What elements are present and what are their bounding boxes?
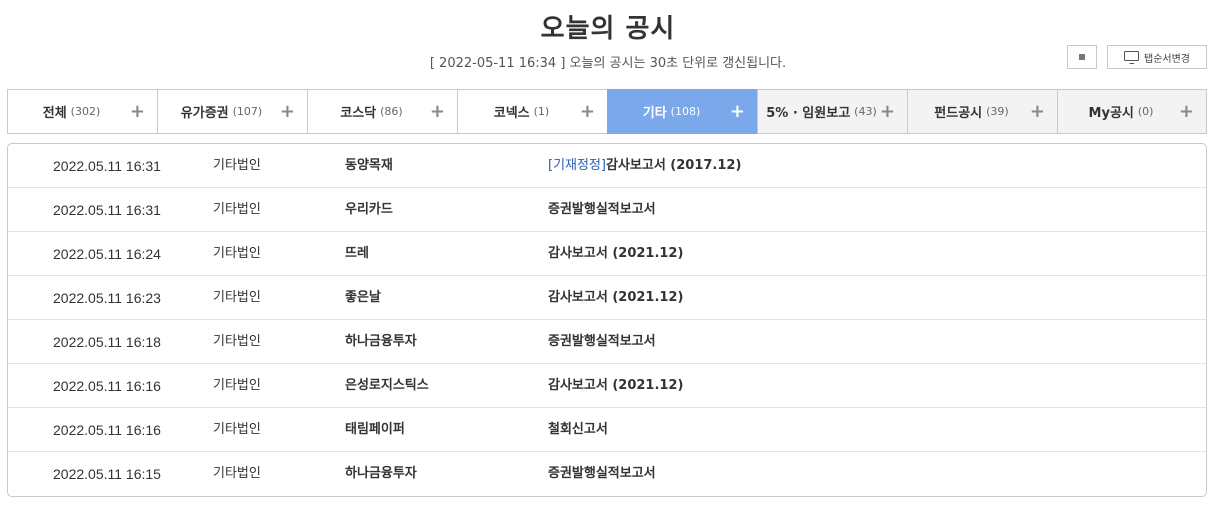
company-link[interactable]: 하나금융투자 (345, 320, 417, 364)
correction-prefix: [기재정정] (548, 158, 606, 173)
list-item: 2022.05.11 16:24 기타법인 뜨레 감사보고서 (2021.12) (8, 232, 1206, 276)
company-link[interactable]: 하나금융투자 (345, 452, 417, 496)
tab-all[interactable]: 전체 (302) + (7, 89, 157, 134)
list-item: 2022.05.11 16:18 기타법인 하나금융투자 증권발행실적보고서 (8, 320, 1206, 364)
disclosure-list: 2022.05.11 16:31 기타법인 동양목재 [기재정정]감사보고서 (… (7, 143, 1207, 497)
company-link[interactable]: 우리카드 (345, 188, 393, 232)
plus-icon[interactable]: + (130, 102, 145, 121)
list-item: 2022.05.11 16:31 기타법인 동양목재 [기재정정]감사보고서 (… (8, 144, 1206, 188)
report-link[interactable]: [기재정정]감사보고서 (2017.12) (548, 144, 741, 188)
list-item: 2022.05.11 16:31 기타법인 우리카드 증권발행실적보고서 (8, 188, 1206, 232)
plus-icon[interactable]: + (880, 102, 895, 121)
disclosure-market: 기타법인 (213, 466, 261, 481)
report-link[interactable]: 증권발행실적보고서 (548, 320, 656, 364)
list-item: 2022.05.11 16:16 기타법인 태림페이퍼 철회신고서 (8, 408, 1206, 452)
refresh-notice: [ 2022-05-11 16:34 ] 오늘의 공시는 30초 단위로 갱신됩… (429, 56, 787, 71)
report-link[interactable]: 감사보고서 (2021.12) (548, 276, 683, 320)
tab-kosdaq[interactable]: 코스닥 (86) + (307, 89, 457, 134)
page-title: 오늘의 공시 (540, 14, 676, 44)
disclosure-time: 2022.05.11 16:24 (53, 246, 161, 262)
plus-icon[interactable]: + (1030, 102, 1045, 121)
company-link[interactable]: 동양목재 (345, 144, 393, 188)
monitor-icon (1124, 50, 1139, 64)
tab-order-change-label: 탭순서변경 (1144, 53, 1190, 65)
disclosure-market: 기타법인 (213, 158, 261, 173)
tab-konex[interactable]: 코넥스 (1) + (457, 89, 607, 134)
disclosure-market: 기타법인 (213, 378, 261, 393)
disclosure-market: 기타법인 (213, 246, 261, 261)
company-link[interactable]: 좋은날 (345, 276, 381, 320)
plus-icon[interactable]: + (1179, 102, 1194, 121)
current-timestamp: 2022-05-11 16:34 (439, 56, 557, 71)
report-link[interactable]: 감사보고서 (2021.12) (548, 232, 683, 276)
disclosure-time: 2022.05.11 16:15 (53, 466, 161, 482)
disclosure-market: 기타법인 (213, 422, 261, 437)
disclosure-market: 기타법인 (213, 334, 261, 349)
report-link[interactable]: 증권발행실적보고서 (548, 452, 656, 496)
company-link[interactable]: 뜨레 (345, 232, 369, 276)
stop-refresh-button[interactable] (1067, 45, 1097, 69)
list-item: 2022.05.11 16:16 기타법인 은성로지스틱스 감사보고서 (202… (8, 364, 1206, 408)
disclosure-time: 2022.05.11 16:16 (53, 378, 161, 394)
tab-order-change-button[interactable]: 탭순서변경 (1107, 45, 1207, 69)
list-item: 2022.05.11 16:23 기타법인 좋은날 감사보고서 (2021.12… (8, 276, 1206, 320)
disclosure-time: 2022.05.11 16:23 (53, 290, 161, 306)
plus-icon[interactable]: + (580, 102, 595, 121)
plus-icon[interactable]: + (430, 102, 445, 121)
disclosure-time: 2022.05.11 16:18 (53, 334, 161, 350)
list-item: 2022.05.11 16:15 기타법인 하나금융투자 증권발행실적보고서 (8, 452, 1206, 496)
stop-icon (1079, 54, 1085, 60)
refresh-notice-text: 오늘의 공시는 30초 단위로 갱신됩니다. (569, 56, 787, 71)
plus-icon[interactable]: + (280, 102, 295, 121)
tab-other[interactable]: 기타 (108) + (607, 89, 757, 134)
disclosure-market: 기타법인 (213, 202, 261, 217)
plus-icon[interactable]: + (730, 102, 745, 121)
category-tabs: 전체 (302) + 유가증권 (107) + 코스닥 (86) + 코넥스 (1) +… (7, 89, 1207, 134)
report-link[interactable]: 감사보고서 (2021.12) (548, 364, 683, 408)
company-link[interactable]: 태림페이퍼 (345, 408, 405, 452)
report-link[interactable]: 증권발행실적보고서 (548, 188, 656, 232)
tab-fund[interactable]: 펀드공시 (39) + (907, 89, 1057, 134)
disclosure-time: 2022.05.11 16:31 (53, 202, 161, 218)
disclosure-time: 2022.05.11 16:16 (53, 422, 161, 438)
disclosure-time: 2022.05.11 16:31 (53, 158, 161, 174)
report-link[interactable]: 철회신고서 (548, 408, 608, 452)
disclosure-market: 기타법인 (213, 290, 261, 305)
company-link[interactable]: 은성로지스틱스 (345, 364, 429, 408)
tab-kospi[interactable]: 유가증권 (107) + (157, 89, 307, 134)
tab-five-percent-executive[interactable]: 5% · 임원보고 (43) + (757, 89, 907, 134)
tab-my[interactable]: My공시 (0) + (1057, 89, 1207, 134)
